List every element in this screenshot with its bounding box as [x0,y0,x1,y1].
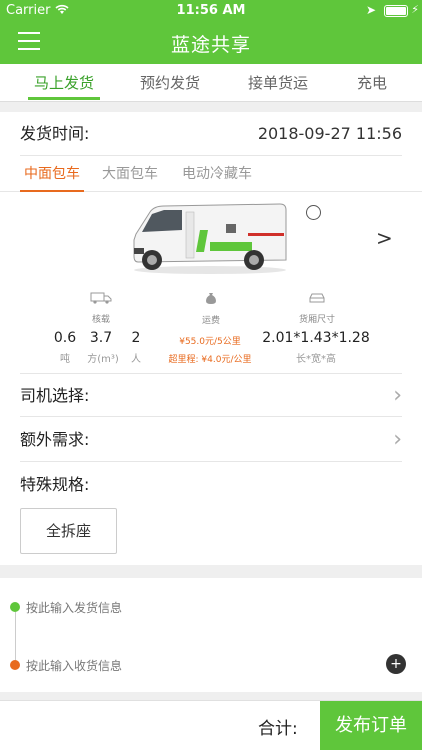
charging-icon: ⚡ [411,3,419,16]
fare-spec: 运费 [188,292,234,327]
route-line [15,612,16,662]
load-label: 核载 [91,315,110,325]
address-section: 按此输入发货信息 按此输入收货信息 + [0,578,422,692]
fare-extra: 超里程: ¥4.0元/公里 [168,355,252,365]
tab-take-orders[interactable]: 接单货运 [238,64,318,102]
load-weight-unit: 吨 [60,354,70,365]
location-arrow-icon: ➤ [365,3,376,17]
add-stop-icon[interactable]: + [386,654,406,674]
money-bag-icon [188,292,234,308]
ship-time-row[interactable]: 发货时间: 2018-09-27 11:56 [20,112,402,156]
size-label: 货厢尺寸 [298,315,335,325]
size-value: 2.01*1.43*1.28 [262,330,370,346]
ship-time-value[interactable]: 2018-09-27 11:56 [258,112,402,156]
clock: 11:56 AM [176,3,246,18]
page-title: 蓝途共享 [170,34,251,56]
fare-label: 运费 [201,316,220,326]
vehicle-tabs: 中面包车 大面包车 电动冷藏车 [0,156,422,192]
load-weight: 0.6 [53,330,77,346]
vehicle-tab-medium-van[interactable]: 中面包车 [20,156,84,192]
size-unit: 长*宽*高 [296,354,336,365]
van-image [133,203,287,274]
bottom-bar: 合计: 发布订单 [0,700,422,750]
special-spec-label: 特殊规格: [20,475,90,494]
tab-ship-now[interactable]: 马上发货 [24,64,104,102]
vehicle-select-radio[interactable] [306,205,321,220]
main-tabs: 马上发货 预约发货 接单货运 充电 [0,64,422,102]
send-info-input[interactable]: 按此输入发货信息 [26,599,122,616]
remove-seats-button[interactable]: 全拆座 [20,508,117,554]
publish-order-button[interactable]: 发布订单 [320,701,422,750]
load-people-unit: 人 [131,354,141,365]
tab-schedule-ship[interactable]: 预约发货 [130,64,210,102]
truck-icon [80,292,122,307]
chevron-right-icon: › [393,427,402,452]
receive-dot-icon [10,660,20,670]
status-bar: Carrier 11:56 AM ➤ ⚡ [0,0,422,22]
fare-base: ¥55.0元/5公里 [179,337,241,347]
extra-needs-row[interactable]: 额外需求: › [20,418,402,462]
special-spec-row: 特殊规格: [20,463,402,507]
chevron-right-icon[interactable]: > [376,226,393,250]
order-card: 发货时间: 2018-09-27 11:56 中面包车 大面包车 电动冷藏车 >… [0,112,422,565]
receive-info-input[interactable]: 按此输入收货信息 [26,657,122,674]
total-label: 合计: [258,719,298,739]
vehicle-tab-refrigerated[interactable]: 电动冷藏车 [182,156,252,192]
chevron-right-icon: › [393,383,402,408]
nav-bar: 蓝途共享 [0,22,422,64]
load-volume-unit: 方(m³) [87,354,119,365]
send-dot-icon [10,602,20,612]
cargo-box-icon [292,292,342,307]
tab-charging[interactable]: 充电 [348,64,396,102]
battery-icon [384,5,408,17]
vehicle-tab-large-van[interactable]: 大面包车 [102,156,158,192]
load-spec: 核载 [80,292,122,326]
driver-select-label: 司机选择: [20,386,90,405]
size-spec: 货厢尺寸 [292,292,342,326]
load-people: 2 [131,330,141,346]
ship-time-label: 发货时间: [20,124,90,143]
load-volume: 3.7 [89,330,113,346]
driver-select-row[interactable]: 司机选择: › [20,373,402,417]
extra-needs-label: 额外需求: [20,430,90,449]
